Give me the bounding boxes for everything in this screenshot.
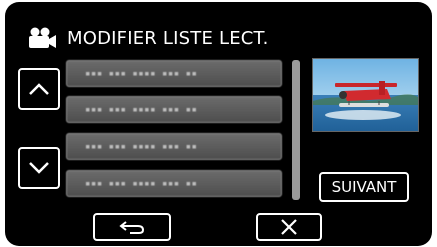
seaplane-thumbnail bbox=[313, 59, 418, 131]
playlist-item[interactable]: ▪▪▪ ▪▪▪ ▪▪▪▪ ▪▪▪ ▪▪ bbox=[66, 60, 282, 87]
scrollbar-thumb[interactable] bbox=[292, 60, 300, 200]
back-button[interactable] bbox=[93, 213, 171, 241]
scrollbar[interactable] bbox=[292, 60, 300, 200]
scroll-up-button[interactable] bbox=[18, 68, 60, 110]
close-icon bbox=[281, 219, 297, 235]
next-button[interactable]: SUIVANT bbox=[319, 172, 409, 202]
page-title: MODIFIER LISTE LECT. bbox=[67, 27, 269, 49]
header: MODIFIER LISTE LECT. bbox=[25, 26, 269, 50]
preview-thumbnail bbox=[312, 58, 419, 132]
close-button[interactable] bbox=[256, 213, 322, 241]
return-arrow-icon bbox=[119, 221, 145, 234]
scroll-down-button[interactable] bbox=[18, 147, 60, 189]
chevron-down-icon bbox=[29, 162, 49, 174]
playlist-item[interactable]: ▪▪▪ ▪▪▪ ▪▪▪▪ ▪▪▪ ▪▪ bbox=[66, 96, 282, 123]
playlist-item[interactable]: ▪▪▪ ▪▪▪ ▪▪▪▪ ▪▪▪ ▪▪ bbox=[66, 133, 282, 160]
playlist-item[interactable]: ▪▪▪ ▪▪▪ ▪▪▪▪ ▪▪▪ ▪▪ bbox=[66, 170, 282, 197]
video-camera-icon bbox=[29, 27, 56, 48]
camera-screen: MODIFIER LISTE LECT. ▪▪▪ ▪▪▪ ▪▪▪▪ ▪▪▪ ▪▪… bbox=[5, 2, 432, 246]
chevron-up-icon bbox=[29, 83, 49, 95]
